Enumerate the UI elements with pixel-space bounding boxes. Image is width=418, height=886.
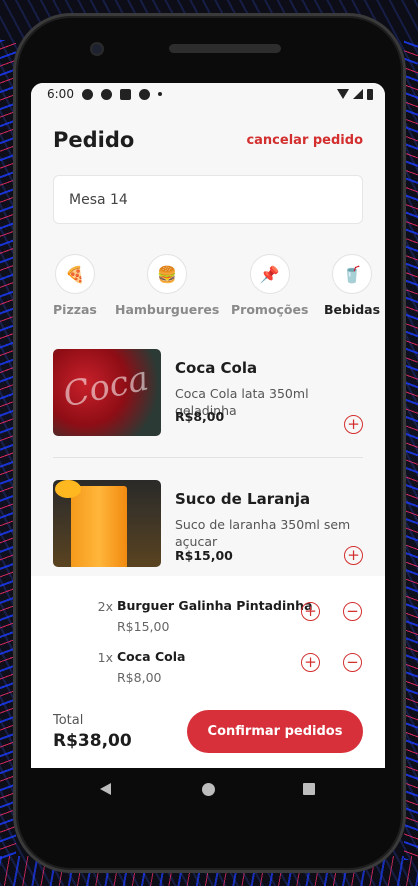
tab-label: Pizzas [53, 302, 97, 317]
app-notification-icon [119, 88, 131, 100]
increase-quantity-button[interactable]: + [301, 602, 320, 621]
order-item-name: Coca Cola [117, 649, 186, 664]
more-notifications-dot-icon [157, 92, 162, 96]
android-nav-bar [31, 768, 385, 812]
wallpaper-neon-right [404, 40, 418, 860]
order-item-quantity: 2x [97, 599, 113, 614]
tab-bebidas[interactable]: 🥤 Bebidas [324, 254, 380, 317]
burger-icon: 🍔 [147, 254, 188, 294]
pizza-icon: 🍕 [54, 254, 95, 294]
wallpaper: 6:00 Pedido cancelar pedido 🍕 Pizzas � [0, 0, 418, 886]
cancel-order-button[interactable]: cancelar pedido [246, 133, 363, 148]
status-time: 6:00 [47, 87, 74, 101]
product-price: R$15,00 [175, 548, 233, 563]
divider [53, 457, 363, 458]
order-item: 2x Burguer Galinha Pintadinha R$15,00 + … [31, 596, 385, 636]
tab-hamburgueres[interactable]: 🍔 Hamburgueres [115, 254, 219, 317]
tab-promocoes[interactable]: 📌 Promoções [231, 254, 308, 317]
product-description: Suco de laranha 350ml sem açucar [175, 517, 351, 549]
wifi-icon [337, 89, 349, 99]
app-screen: 6:00 Pedido cancelar pedido 🍕 Pizzas � [31, 83, 385, 768]
shield-icon [138, 88, 150, 100]
total-label: Total [53, 713, 84, 728]
order-item-price: R$8,00 [117, 670, 162, 685]
increase-quantity-button[interactable]: + [301, 653, 320, 672]
front-camera-icon [90, 42, 104, 56]
confirm-order-button[interactable]: Confirmar pedidos [187, 710, 363, 753]
product-image [53, 480, 161, 567]
product-card[interactable]: Coca Coca Cola Coca Cola lata 350ml gela… [53, 349, 363, 439]
system-status-icons [337, 88, 373, 100]
tab-pizzas[interactable]: 🍕 Pizzas [53, 254, 97, 317]
total-value: R$38,00 [53, 731, 132, 751]
product-name: Coca Cola [175, 359, 258, 377]
product-name: Suco de Laranja [175, 490, 311, 508]
page-header: Pedido cancelar pedido [53, 128, 363, 152]
order-item-quantity: 1x [97, 650, 113, 665]
product-card[interactable]: Suco de Laranja Suco de laranha 350ml se… [53, 480, 363, 570]
add-product-button[interactable]: + [344, 415, 363, 434]
order-item: 1x Coca Cola R$8,00 + − [31, 647, 385, 687]
back-icon[interactable] [100, 783, 111, 795]
tab-label: Bebidas [324, 302, 381, 317]
product-image: Coca [53, 349, 161, 436]
settings-icon [81, 88, 93, 100]
order-summary: 2x Burguer Galinha Pintadinha R$15,00 + … [31, 576, 385, 768]
signal-icon [353, 89, 363, 99]
status-bar: 6:00 [31, 83, 385, 105]
battery-icon [367, 88, 373, 100]
product-price: R$8,00 [175, 409, 225, 424]
page-title: Pedido [53, 128, 135, 152]
drink-icon: 🥤 [332, 254, 373, 294]
pin-icon: 📌 [249, 254, 290, 294]
earpiece-speaker [169, 44, 281, 53]
tab-label: Promoções [231, 302, 309, 317]
table-field[interactable] [53, 175, 363, 224]
order-item-name: Burguer Galinha Pintadinha [117, 598, 313, 613]
tab-label: Hamburgueres [115, 302, 220, 317]
decrease-quantity-button[interactable]: − [343, 653, 362, 672]
add-product-button[interactable]: + [344, 546, 363, 565]
home-icon[interactable] [202, 783, 215, 796]
recent-apps-icon[interactable] [303, 783, 315, 795]
order-item-price: R$15,00 [117, 619, 170, 634]
category-tabs: 🍕 Pizzas 🍔 Hamburgueres 📌 Promoções 🥤 Be… [31, 254, 385, 324]
notification-icon [100, 88, 112, 100]
decrease-quantity-button[interactable]: − [343, 602, 362, 621]
